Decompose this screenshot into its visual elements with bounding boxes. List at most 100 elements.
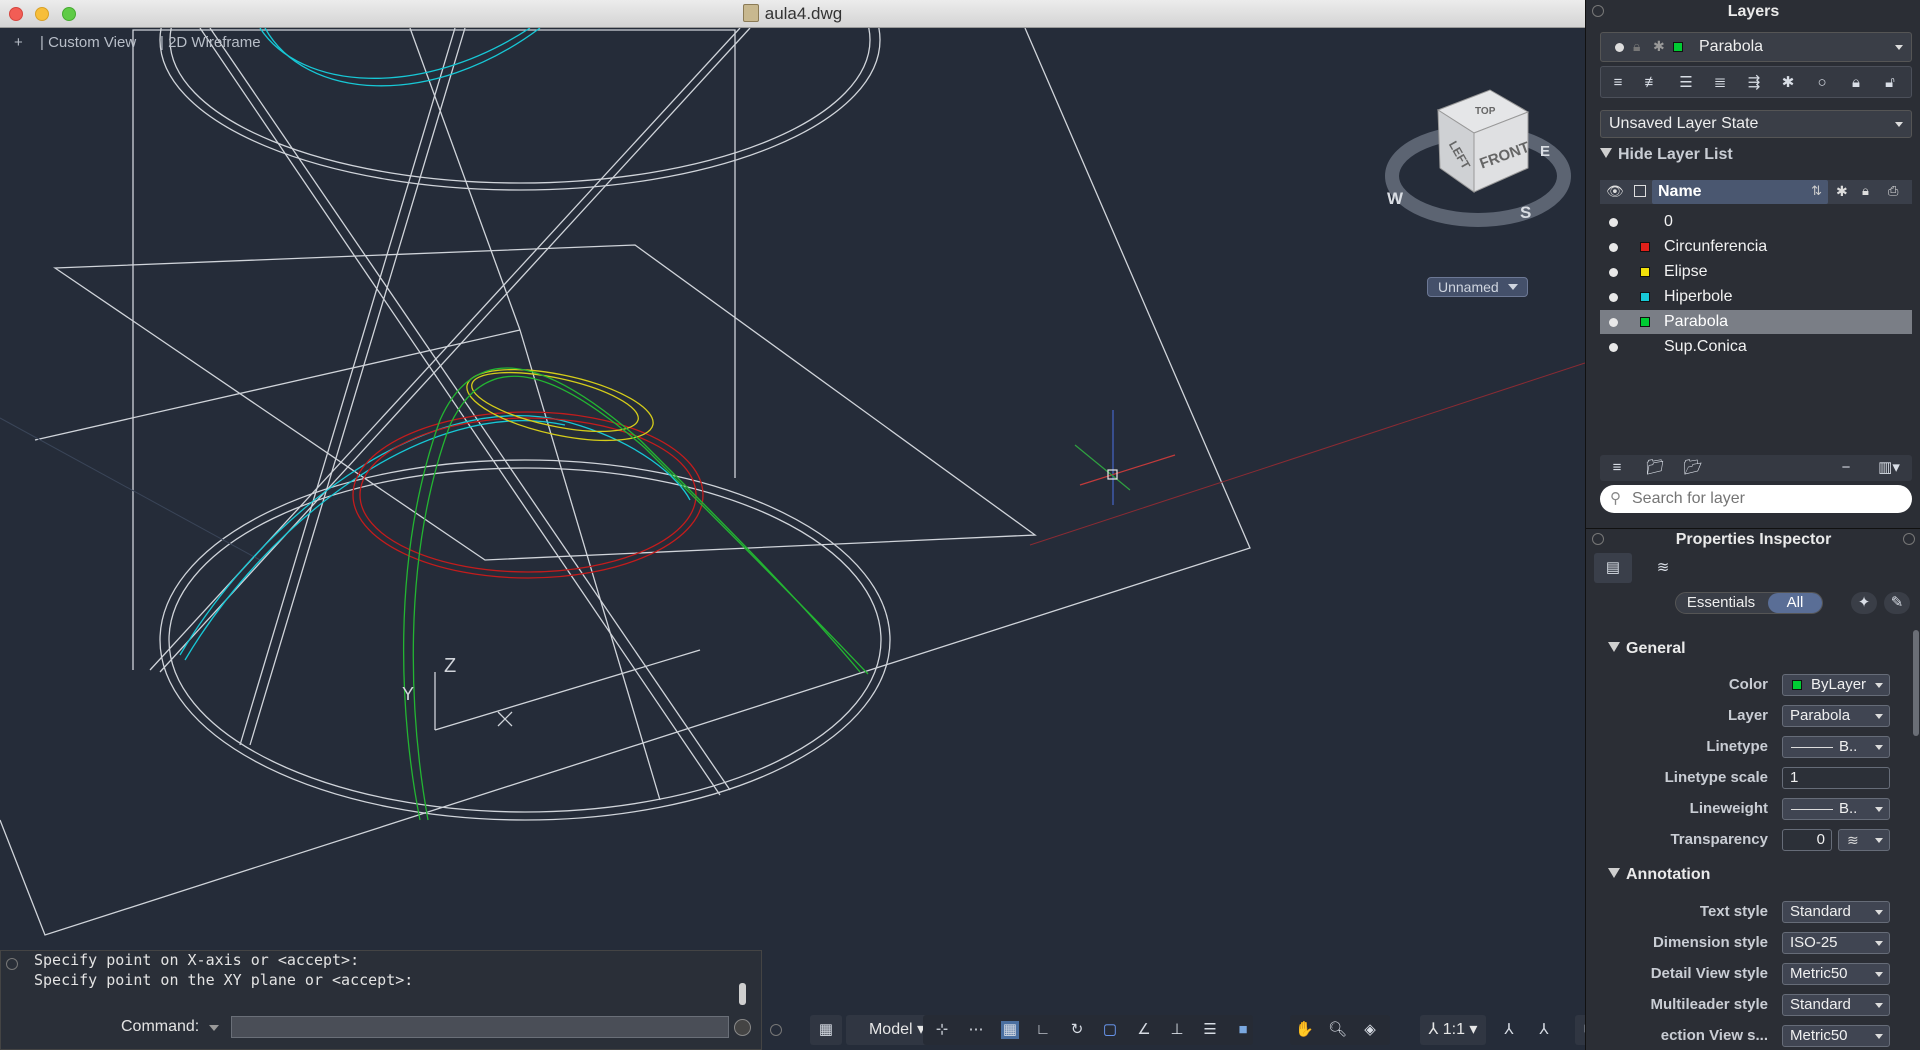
detail-view-style-dropdown[interactable]: Metric50 [1782,963,1890,985]
layer-state-dropdown[interactable]: Unsaved Layer State [1600,110,1912,138]
hide-layer-list-toggle[interactable]: Hide Layer List [1600,146,1733,164]
layer-row[interactable]: Elipse [1600,260,1912,284]
command-history-toggle-button[interactable] [734,1019,751,1036]
ucs-dropdown[interactable]: Unnamed [1427,277,1528,297]
transparency-options-dropdown[interactable]: ≋ [1838,829,1890,851]
command-line-close-icon[interactable] [6,958,18,970]
drawing-canvas[interactable]: Z Y TOP LEFT FRONT W S E [0,28,1585,1050]
quick-select-icon[interactable]: ✦ [1851,592,1877,614]
object-snap-tracking-icon[interactable]: ∠ [1135,1021,1153,1039]
snap-mode-icon[interactable]: ⋯ [967,1021,985,1039]
layer-row[interactable]: Sup.Conica [1600,335,1912,359]
match-properties-icon[interactable]: ✎ [1884,592,1910,614]
view-name-control[interactable]: | Custom View [40,34,136,51]
status-bar-handle-icon[interactable] [770,1024,782,1036]
delete-layer-icon[interactable]: ≢ [1641,72,1663,94]
general-section-header[interactable]: General [1608,640,1686,658]
compass-west-label[interactable]: W [1387,189,1404,208]
ortho-mode-icon[interactable]: ∟ [1034,1021,1052,1039]
viewcube-top-label[interactable]: TOP [1475,106,1496,117]
collapse-icon[interactable]: − [1835,457,1857,479]
visual-style-control[interactable]: | 2D Wireframe [160,34,261,51]
layer-unlock-icon[interactable]: 🔓︎ [1879,72,1901,94]
column-settings-icon[interactable]: ▥▾ [1872,457,1906,479]
folder-icon[interactable]: 📁︎ [1644,457,1666,479]
dimension-style-dropdown[interactable]: ISO-25 [1782,932,1890,954]
layer-row-selected[interactable]: Parabola [1600,310,1912,334]
text-style-dropdown[interactable]: Standard [1782,901,1890,923]
visibility-dot-icon[interactable] [1609,318,1618,327]
layer-color-swatch[interactable] [1640,292,1650,302]
parabola-curve[interactable] [402,367,869,821]
freeze-column-icon[interactable]: ✱ [1836,183,1848,200]
layer-properties-tab-icon[interactable]: ≋ [1652,557,1674,579]
layer-search-input[interactable] [1630,488,1904,510]
compass-east-label[interactable]: E [1540,143,1550,160]
lineweight-icon[interactable]: ☰ [1201,1021,1219,1039]
dynamic-ucs-icon[interactable]: ⊥ [1168,1021,1186,1039]
visibility-dot-icon[interactable] [1609,268,1618,277]
layer-row[interactable]: Circunferencia [1600,235,1912,259]
drawing-viewport[interactable]: Z Y TOP LEFT FRONT W S E + | Custom View… [0,28,1585,1050]
essentials-tab[interactable]: Essentials [1676,594,1766,611]
auto-scale-icon[interactable]: ⅄ [1535,1021,1553,1039]
layer-lock-tool-icon[interactable]: 🔒︎ [1845,72,1867,94]
orbit-icon[interactable]: ◈ [1361,1021,1379,1039]
layer-search-field[interactable]: ⚲ [1600,485,1912,513]
viewport-menu-plus[interactable]: + [14,34,23,51]
grid-display-icon[interactable]: ▦ [1001,1021,1019,1039]
layer-row[interactable]: Hiperbole [1600,285,1912,309]
all-tab[interactable]: All [1768,593,1822,613]
compass-south-label[interactable]: S [1520,203,1531,222]
layer-row[interactable]: 0 [1600,210,1912,234]
command-input[interactable] [231,1016,729,1038]
color-column-icon[interactable] [1634,185,1646,197]
layer-color-swatch[interactable] [1640,317,1650,327]
print-column-icon[interactable]: ⎙ [1888,183,1898,199]
multileader-style-label: Multileader style [1650,996,1768,1013]
annotation-visibility-icon[interactable]: ⅄ [1500,1021,1518,1039]
visibility-dot-icon[interactable] [1609,218,1618,227]
visibility-dot-icon[interactable] [1609,243,1618,252]
upper-cone-base-ellipse[interactable] [159,28,881,191]
properties-tab-button[interactable]: ▤ [1594,553,1632,583]
visibility-dot-icon[interactable] [1609,293,1618,302]
multileader-style-dropdown[interactable]: Standard [1782,994,1890,1016]
layer-previous-icon[interactable]: ⇶ [1743,72,1765,94]
linetype-dropdown[interactable]: B.. [1782,736,1890,758]
current-layer-dropdown[interactable]: 🔒︎ ✱ Parabola [1600,32,1912,62]
annotation-scale-button[interactable]: ⅄ 1:1 ▾ [1420,1015,1486,1045]
visibility-dot-icon[interactable] [1609,343,1618,352]
layout-grid-button[interactable]: ▦ [810,1015,842,1045]
layer-color-swatch[interactable] [1640,267,1650,277]
transparency-input[interactable]: 0 [1782,829,1832,851]
linetype-scale-input[interactable]: 1 [1782,767,1890,789]
name-column-header[interactable]: Name ⇅ [1652,180,1828,204]
viewcube[interactable]: TOP LEFT FRONT W S E [1385,89,1571,227]
new-layer-icon[interactable]: ≡ [1607,72,1629,94]
command-history-scrollbar[interactable] [739,983,746,1005]
layer-dropdown[interactable]: Parabola [1782,705,1890,727]
lock-column-icon[interactable]: 🔒︎ [1862,183,1869,199]
annotation-section-header[interactable]: Annotation [1608,866,1710,884]
section-view-style-dropdown[interactable]: Metric50 [1782,1025,1890,1047]
layer-freeze-tool-icon[interactable]: ✱ [1777,72,1799,94]
polar-tracking-icon[interactable]: ↻ [1068,1021,1086,1039]
zoom-icon[interactable]: 🔍︎ [1328,1021,1347,1039]
lineweight-dropdown[interactable]: B.. [1782,798,1890,820]
layer-color-swatch[interactable] [1640,242,1650,252]
layer-match-icon[interactable]: ≣ [1709,72,1731,94]
properties-scrollbar[interactable] [1913,630,1919,736]
new-layer-group-icon[interactable]: ≡ [1606,457,1628,479]
lower-cone-base-ellipse[interactable] [159,459,891,821]
infer-constraints-icon[interactable]: ⊹ [933,1021,951,1039]
pan-hand-icon[interactable]: ✋ [1295,1021,1314,1039]
transparency-icon[interactable]: ■ [1234,1021,1252,1039]
filter-folder-icon[interactable]: 📂︎ [1682,457,1704,479]
object-snap-icon[interactable]: ▢ [1101,1021,1119,1039]
layer-off-icon[interactable]: ○ [1811,72,1833,94]
set-current-layer-icon[interactable]: ☰ [1675,72,1697,94]
command-recent-dropdown-icon[interactable] [209,1025,219,1031]
color-dropdown[interactable]: ByLayer [1782,674,1890,696]
visibility-column-icon[interactable]: 👁︎ [1606,183,1624,200]
